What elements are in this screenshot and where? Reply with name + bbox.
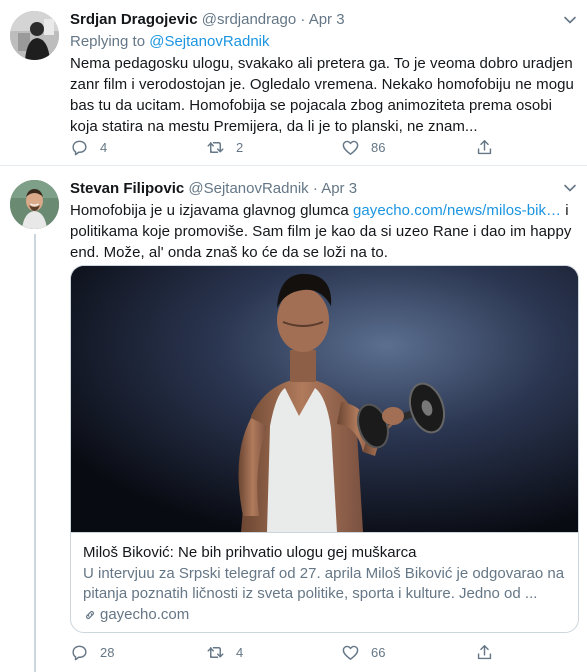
retweet-button[interactable]: 4 (206, 643, 243, 662)
card-domain-text: gayecho.com (100, 606, 190, 623)
username[interactable]: @SejtanovRadnik (188, 180, 308, 197)
like-button[interactable]: 66 (341, 643, 385, 662)
chevron-down-icon[interactable] (563, 181, 577, 195)
link-preview-card[interactable]: Miloš Biković: Ne bih prihvatio ulogu ge… (70, 265, 579, 633)
replying-to-link[interactable]: @SejtanovRadnik (149, 33, 269, 50)
tweet-text-start: Homofobija je u izjavama glavnog glumca (70, 202, 353, 219)
tweet-actions: 4 2 86 (70, 138, 577, 160)
card-body[interactable]: Miloš Biković: Ne bih prihvatio ulogu ge… (71, 532, 578, 632)
heart-icon (342, 140, 359, 155)
timestamp[interactable]: Apr 3 (321, 180, 357, 197)
tweet[interactable]: Srdjan Dragojevic @srdjandrago · Apr 3 R… (0, 0, 587, 166)
reply-icon (72, 645, 87, 661)
replying-to: Replying to @SejtanovRadnik (70, 32, 579, 52)
share-button[interactable] (475, 643, 494, 662)
display-name[interactable]: Stevan Filipovic (70, 180, 184, 197)
tweet[interactable]: Stevan Filipovic @SejtanovRadnik · Apr 3… (0, 166, 587, 672)
reply-icon (72, 140, 87, 156)
reply-count: 4 (100, 140, 108, 155)
username[interactable]: @srdjandrago (202, 11, 296, 28)
link-icon (85, 610, 95, 620)
replying-to-label: Replying to (70, 33, 146, 50)
retweet-count: 2 (236, 140, 244, 155)
man-lifting-dumbbell-photo (71, 266, 578, 532)
reply-count: 28 (100, 645, 115, 660)
tweet-header: Srdjan Dragojevic @srdjandrago · Apr 3 (70, 10, 579, 30)
card-image[interactable] (71, 266, 578, 532)
tweet-header: Stevan Filipovic @SejtanovRadnik · Apr 3 (70, 179, 579, 199)
like-button[interactable]: 86 (341, 138, 385, 157)
avatar[interactable] (10, 180, 59, 229)
card-title: Miloš Biković: Ne bih prihvatio ulogu ge… (83, 544, 417, 561)
display-name[interactable]: Srdjan Dragojevic (70, 11, 198, 28)
tweet-link[interactable]: gayecho.com/news/milos-bik… (353, 202, 561, 219)
like-count: 86 (371, 140, 386, 155)
avatar-photo (10, 180, 59, 229)
tweet-text: Nema pedagosku ulogu, svakako ali preter… (70, 55, 574, 135)
separator-dot: · (312, 180, 318, 197)
thread-line (34, 234, 36, 672)
timestamp[interactable]: Apr 3 (309, 11, 345, 28)
avatar[interactable] (10, 11, 59, 60)
tweet-text: Homofobija je u izjavama glavnog glumca … (70, 200, 579, 263)
card-description: U intervjuu za Srpski telegraf od 27. ap… (83, 565, 565, 602)
reply-button[interactable]: 28 (70, 643, 114, 662)
heart-icon (342, 645, 359, 660)
chevron-down-icon[interactable] (563, 13, 577, 27)
retweet-icon (207, 647, 224, 658)
reply-button[interactable]: 4 (70, 138, 107, 157)
share-icon (477, 140, 492, 155)
card-domain: gayecho.com (83, 605, 568, 625)
share-button[interactable] (475, 138, 494, 157)
retweet-count: 4 (236, 645, 244, 660)
avatar-photo (10, 11, 59, 60)
separator-dot: · (300, 11, 306, 28)
tweet-actions: 28 4 66 (70, 643, 577, 665)
retweet-button[interactable]: 2 (206, 138, 243, 157)
share-icon (477, 645, 492, 660)
retweet-icon (207, 142, 224, 153)
like-count: 66 (371, 645, 386, 660)
